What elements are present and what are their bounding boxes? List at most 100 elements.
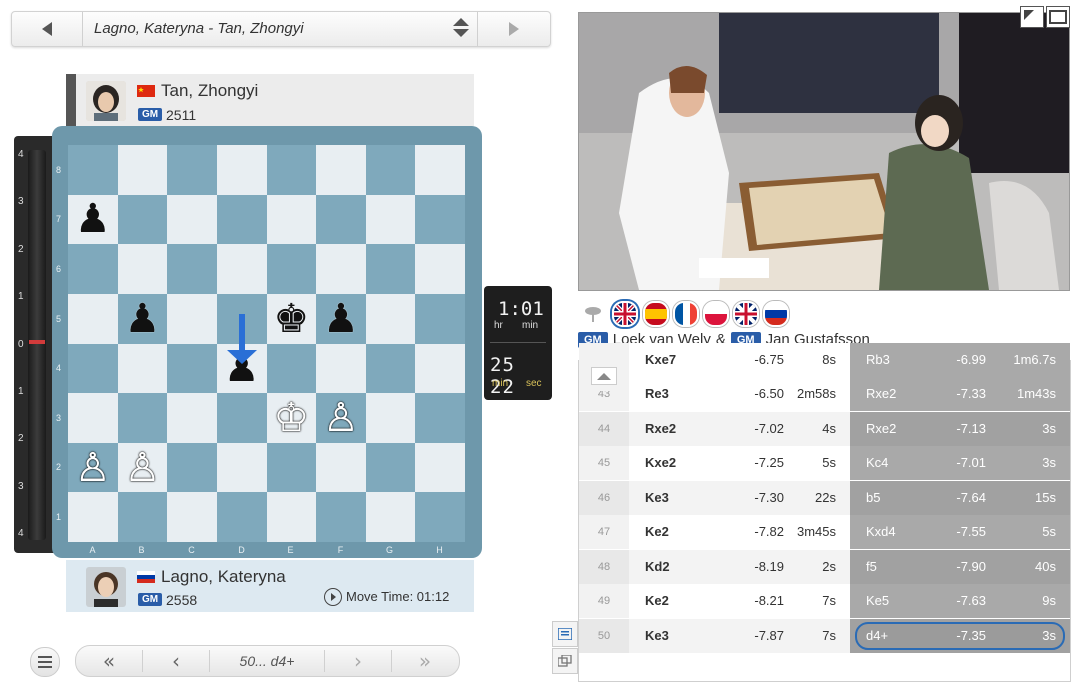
- board-view-button[interactable]: [552, 648, 578, 674]
- sort-updown-icon[interactable]: [452, 18, 470, 40]
- moves-list-view-button[interactable]: [552, 621, 578, 647]
- square-f2[interactable]: [316, 442, 366, 493]
- table-row[interactable]: 45 Kxe2 -7.25 5s Kc4 -7.01 3s: [579, 446, 1070, 480]
- square-c1[interactable]: [167, 492, 217, 542]
- white-king-icon[interactable]: ♔: [267, 393, 317, 443]
- square-g2[interactable]: [365, 442, 416, 493]
- black-pawn-icon[interactable]: ♟: [217, 344, 267, 394]
- square-a5[interactable]: [68, 293, 118, 344]
- square-e1[interactable]: [266, 492, 317, 542]
- square-h5[interactable]: [415, 293, 465, 344]
- broadcast-icon[interactable]: [582, 302, 604, 324]
- square-b7[interactable]: [117, 194, 168, 245]
- next-move-button[interactable]: ›: [325, 646, 391, 676]
- polish-commentary-flag-icon[interactable]: [703, 301, 729, 327]
- square-d6[interactable]: [216, 244, 267, 294]
- square-f1[interactable]: [316, 492, 366, 542]
- square-b8[interactable]: [117, 145, 168, 195]
- square-e6[interactable]: [266, 244, 317, 294]
- square-c2[interactable]: [167, 442, 217, 493]
- white-move[interactable]: Re3: [645, 377, 669, 411]
- square-e3[interactable]: ♔: [266, 393, 317, 443]
- square-g5[interactable]: [365, 293, 416, 344]
- table-row[interactable]: Kxe7 -6.75 8s Rb3 -6.99 1m6.7s: [579, 343, 1070, 377]
- square-c8[interactable]: [167, 145, 217, 195]
- black-move[interactable]: Rxe2: [866, 377, 896, 411]
- square-d1[interactable]: [216, 492, 267, 542]
- menu-button[interactable]: [30, 647, 60, 677]
- square-g1[interactable]: [365, 492, 416, 542]
- black-move[interactable]: Kc4: [866, 446, 888, 480]
- spanish-commentary-flag-icon[interactable]: [643, 301, 669, 327]
- square-h4[interactable]: [415, 343, 465, 394]
- square-g4[interactable]: [365, 343, 416, 394]
- white-move[interactable]: Kd2: [645, 550, 670, 584]
- next-game-button[interactable]: [477, 12, 550, 46]
- square-a1[interactable]: [68, 492, 118, 542]
- square-a6[interactable]: [68, 244, 118, 294]
- table-row[interactable]: 46 Ke3 -7.30 22s b5 -7.64 15s: [579, 480, 1070, 515]
- square-d5[interactable]: [216, 293, 267, 344]
- square-g8[interactable]: [365, 145, 416, 195]
- square-h8[interactable]: [415, 145, 465, 195]
- white-move[interactable]: Ke3: [645, 481, 669, 515]
- square-b3[interactable]: [117, 393, 168, 443]
- english-commentary-flag-icon[interactable]: [612, 301, 638, 327]
- square-d8[interactable]: [216, 145, 267, 195]
- square-h7[interactable]: [415, 194, 465, 245]
- square-f3[interactable]: ♙: [316, 393, 366, 443]
- square-c6[interactable]: [167, 244, 217, 294]
- square-d4[interactable]: ♟: [216, 343, 267, 394]
- black-pawn-icon[interactable]: ♟: [68, 195, 118, 245]
- table-row[interactable]: 43 Re3 -6.50 2m58s Rxe2 -7.33 1m43s: [579, 377, 1070, 411]
- square-b1[interactable]: [117, 492, 168, 542]
- table-row[interactable]: 50 Ke3 -7.87 7s d4+ -7.35 3s: [579, 618, 1070, 653]
- square-a3[interactable]: [68, 393, 118, 443]
- square-g3[interactable]: [365, 393, 416, 443]
- last-move-button[interactable]: »: [392, 646, 458, 676]
- square-f7[interactable]: [316, 194, 366, 245]
- table-row[interactable]: 44 Rxe2 -7.02 4s Rxe2 -7.13 3s: [579, 411, 1070, 446]
- chessboard[interactable]: ♟ ♟ ♚ ♟ ♟ ♔ ♙ ♙ ♙: [68, 145, 465, 542]
- square-a2[interactable]: ♙: [68, 442, 118, 493]
- square-d2[interactable]: [216, 442, 267, 493]
- white-pawn-icon[interactable]: ♙: [118, 443, 168, 493]
- black-king-icon[interactable]: ♚: [267, 294, 317, 344]
- black-move[interactable]: Rxe2: [866, 412, 896, 446]
- square-f4[interactable]: [316, 343, 366, 394]
- square-b4[interactable]: [117, 343, 168, 394]
- square-h1[interactable]: [415, 492, 465, 542]
- black-move[interactable]: d4+: [866, 619, 888, 653]
- black-move[interactable]: Kxd4: [866, 515, 896, 549]
- square-b5[interactable]: ♟: [117, 293, 168, 344]
- square-a7[interactable]: ♟: [68, 194, 118, 245]
- first-move-button[interactable]: «: [76, 646, 142, 676]
- square-f6[interactable]: [316, 244, 366, 294]
- white-pawn-icon[interactable]: ♙: [316, 393, 366, 443]
- white-move[interactable]: Rxe2: [645, 412, 676, 446]
- white-move[interactable]: Ke2: [645, 584, 669, 618]
- square-h3[interactable]: [415, 393, 465, 443]
- white-pawn-icon[interactable]: ♙: [68, 443, 118, 493]
- white-move[interactable]: Kxe7: [645, 343, 676, 377]
- square-h2[interactable]: [415, 442, 465, 493]
- previous-move-button[interactable]: ‹: [143, 646, 209, 676]
- resize-video-icon[interactable]: [1020, 6, 1044, 28]
- black-move[interactable]: Rb3: [866, 343, 890, 377]
- square-e8[interactable]: [266, 145, 317, 195]
- square-f5[interactable]: ♟: [316, 293, 366, 344]
- square-f8[interactable]: [316, 145, 366, 195]
- black-move[interactable]: b5: [866, 481, 880, 515]
- prev-game-button[interactable]: [12, 12, 83, 46]
- square-b6[interactable]: [117, 244, 168, 294]
- square-a8[interactable]: [68, 145, 118, 195]
- square-c4[interactable]: [167, 343, 217, 394]
- black-pawn-icon[interactable]: ♟: [316, 294, 366, 344]
- square-e5[interactable]: ♚: [266, 293, 317, 344]
- game-selector[interactable]: Lagno, Kateryna - Tan, Zhongyi: [11, 11, 551, 47]
- table-row[interactable]: 47 Ke2 -7.82 3m45s Kxd4 -7.55 5s: [579, 515, 1070, 549]
- square-b2[interactable]: ♙: [117, 442, 168, 493]
- square-e7[interactable]: [266, 194, 317, 245]
- black-pawn-icon[interactable]: ♟: [118, 294, 168, 344]
- square-c3[interactable]: [167, 393, 217, 443]
